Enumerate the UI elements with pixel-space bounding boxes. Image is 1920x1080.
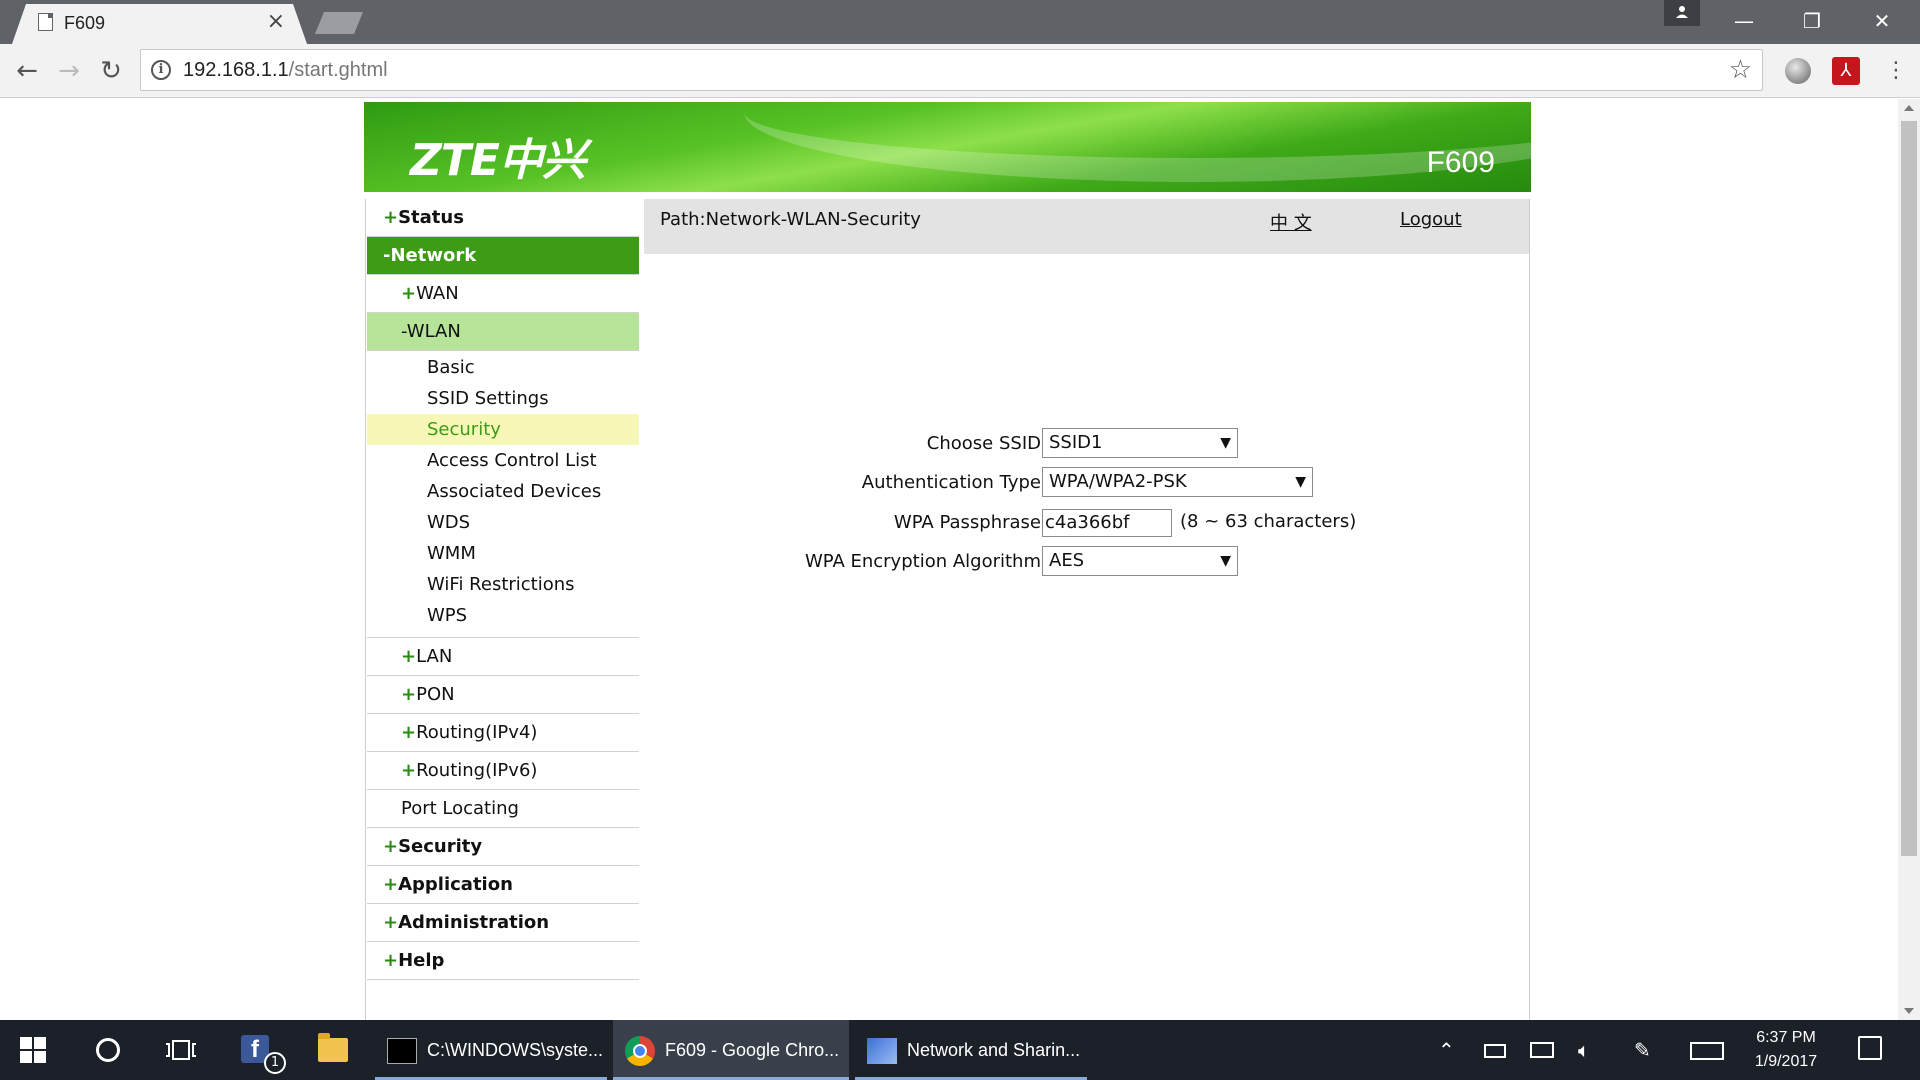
pen-icon[interactable]: ✎ (1634, 1038, 1651, 1062)
nav-routing-ipv4[interactable]: +Routing(IPv4) (367, 714, 639, 752)
tray-chevron-icon[interactable]: ⌃ (1438, 1038, 1455, 1062)
browser-menu-button[interactable]: ⋮ (1885, 54, 1907, 88)
banner-swoosh (744, 102, 1531, 182)
passphrase-row: WPA Passphrase c4a366bf (8 ~ 63 characte… (644, 507, 1529, 539)
taskbar-app-network[interactable]: Network and Sharin... (855, 1020, 1087, 1080)
browser-tab-active[interactable]: F609 × (12, 4, 307, 44)
close-window-button[interactable]: ✕ (1860, 6, 1904, 36)
nav-wlan-ssid-settings[interactable]: SSID Settings (367, 383, 639, 414)
notification-badge: 1 (264, 1052, 286, 1074)
address-bar[interactable]: i 192.168.1.1/start.ghtml ☆ (140, 49, 1763, 91)
network-sharing-icon (867, 1038, 897, 1064)
choose-ssid-label: Choose SSID (926, 433, 1041, 454)
command-prompt-icon (387, 1038, 417, 1064)
main-content: Path:Network-WLAN-Security 中 文 Logout Ch… (644, 199, 1529, 1020)
breadcrumb: Path:Network-WLAN-Security (660, 209, 921, 230)
new-tab-button[interactable] (315, 12, 363, 34)
nav-wlan-wds[interactable]: WDS (367, 507, 639, 538)
windows-taskbar: f 1 C:\WINDOWS\syste... F609 - Google Ch… (0, 1020, 1920, 1080)
zte-banner: ZTE中兴 F609 (364, 102, 1531, 192)
passphrase-label: WPA Passphrase (893, 512, 1041, 533)
action-center-icon[interactable] (1858, 1036, 1882, 1060)
profile-button[interactable] (1664, 0, 1700, 26)
taskbar-app-chrome[interactable]: F609 - Google Chro... (613, 1020, 849, 1080)
url-text: 192.168.1.1/start.ghtml (183, 59, 388, 81)
network-icon[interactable] (1530, 1042, 1554, 1058)
nav-routing-ipv6[interactable]: +Routing(IPv6) (367, 752, 639, 790)
nav-wlan-associated-devices[interactable]: Associated Devices (367, 476, 639, 507)
back-button[interactable]: ← (10, 54, 44, 88)
choose-ssid-row: Choose SSID SSID1 ▼ (644, 428, 1529, 460)
minimize-button[interactable]: — (1722, 6, 1766, 36)
nav-wlan-wmm[interactable]: WMM (367, 538, 639, 569)
forward-button[interactable]: → (52, 54, 86, 88)
passphrase-hint: (8 ~ 63 characters) (1180, 511, 1357, 532)
keyboard-icon[interactable] (1690, 1042, 1724, 1060)
nav-application[interactable]: +Application (367, 866, 639, 904)
dropdown-arrow-icon: ▼ (1220, 553, 1231, 569)
restore-button[interactable]: ❐ (1790, 6, 1834, 36)
choose-ssid-select[interactable]: SSID1 ▼ (1042, 428, 1238, 458)
tab-title: F609 (64, 13, 106, 33)
nav-wlan-access-control-list[interactable]: Access Control List (367, 445, 639, 476)
scrollbar-thumb[interactable] (1901, 121, 1917, 856)
nav-security[interactable]: +Security (367, 828, 639, 866)
browser-toolbar: ← → ↻ i 192.168.1.1/start.ghtml ☆ ⅄ ⋮ (0, 44, 1920, 98)
left-navigation: +Status -Network +WAN -WLAN Basic SSID S… (367, 199, 639, 980)
tab-close-icon[interactable]: × (267, 10, 285, 34)
nav-wan[interactable]: +WAN (367, 275, 639, 313)
bookmark-star-icon[interactable]: ☆ (1729, 55, 1752, 85)
encryption-row: WPA Encryption Algorithm AES ▼ (644, 546, 1529, 578)
person-icon (1676, 6, 1688, 18)
auth-type-select[interactable]: WPA/WPA2-PSK ▼ (1042, 467, 1313, 497)
nav-wlan[interactable]: -WLAN (367, 313, 639, 351)
pdf-extension-icon[interactable]: ⅄ (1832, 57, 1860, 85)
encryption-label: WPA Encryption Algorithm (804, 551, 1041, 572)
browser-titlebar: F609 × — ❐ ✕ (0, 0, 1920, 44)
taskbar-app-cmd[interactable]: C:\WINDOWS\syste... (375, 1020, 607, 1080)
wlan-submenu: Basic SSID Settings Security Access Cont… (367, 351, 639, 638)
task-view-icon[interactable] (166, 1040, 196, 1060)
nav-pon[interactable]: +PON (367, 676, 639, 714)
nav-port-locating[interactable]: Port Locating (367, 790, 639, 828)
zte-logo: ZTE中兴 (410, 135, 586, 186)
file-explorer-icon[interactable] (318, 1033, 348, 1062)
nav-wlan-security[interactable]: Security (367, 414, 639, 445)
nav-administration[interactable]: +Administration (367, 904, 639, 942)
reload-button[interactable]: ↻ (94, 54, 128, 88)
clock-time: 6:37 PM (1756, 1029, 1816, 1046)
windows-start-icon[interactable] (20, 1037, 46, 1063)
taskbar-clock[interactable]: 6:37 PM 1/9/2017 (1726, 1026, 1846, 1074)
nav-help[interactable]: +Help (367, 942, 639, 980)
page-scrollbar[interactable] (1898, 99, 1920, 1020)
encryption-select[interactable]: AES ▼ (1042, 546, 1238, 576)
passphrase-input[interactable]: c4a366bf (1042, 509, 1172, 537)
nav-network[interactable]: -Network (367, 237, 639, 275)
logout-link[interactable]: Logout (1400, 209, 1462, 230)
scroll-down-icon[interactable] (1904, 1008, 1914, 1014)
info-icon[interactable]: i (151, 60, 171, 80)
path-bar: Path:Network-WLAN-Security 中 文 Logout (644, 199, 1529, 254)
chrome-icon (625, 1036, 655, 1066)
nav-wlan-basic[interactable]: Basic (367, 352, 639, 383)
language-link[interactable]: 中 文 (1270, 209, 1312, 235)
page-icon (38, 13, 53, 31)
nav-status[interactable]: +Status (367, 199, 639, 237)
volume-icon[interactable]: 🔈︎ (1578, 1038, 1590, 1062)
device-model: F609 (1426, 146, 1495, 179)
scroll-up-icon[interactable] (1904, 105, 1914, 111)
auth-type-row: Authentication Type WPA/WPA2-PSK ▼ (644, 467, 1529, 499)
nav-wlan-wps[interactable]: WPS (367, 600, 639, 631)
cortana-search-icon[interactable] (96, 1038, 120, 1062)
dropdown-arrow-icon: ▼ (1220, 435, 1231, 451)
clock-date: 1/9/2017 (1754, 1053, 1818, 1070)
page-viewport: ZTE中兴 F609 +Status -Network +WAN -WLAN B… (0, 99, 1898, 1020)
nav-lan[interactable]: +LAN (367, 638, 639, 676)
extension-globe-icon[interactable] (1785, 58, 1811, 84)
auth-type-label: Authentication Type (861, 472, 1041, 493)
dropdown-arrow-icon: ▼ (1295, 474, 1306, 490)
nav-wlan-wifi-restrictions[interactable]: WiFi Restrictions (367, 569, 639, 600)
battery-icon[interactable] (1484, 1044, 1506, 1058)
